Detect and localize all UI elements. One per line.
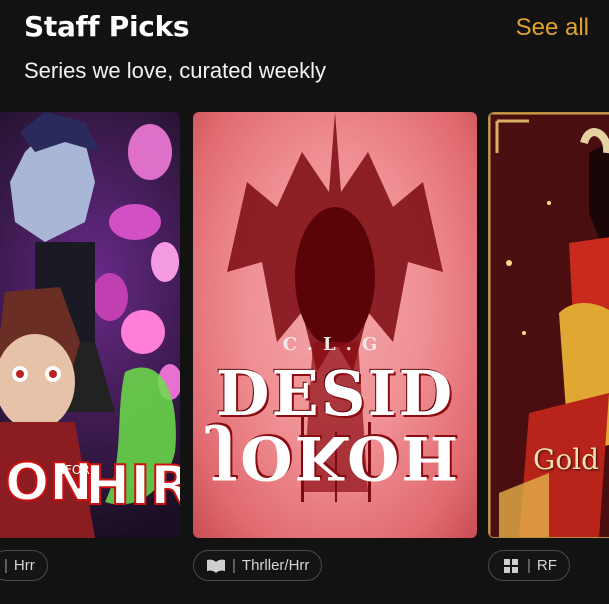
cover-artwork: ON HIRE FOR [0,112,180,538]
section-title: Staff Picks [24,10,190,43]
series-cover[interactable]: C.L.G DESID JOKOH [193,112,477,538]
genre-label: Thrller/Hrr [241,557,310,574]
genre-label: RF [536,557,557,574]
section-subtitle: Series we love, curated weekly [24,58,327,83]
series-carousel[interactable]: ON HIRE FOR | Hrr [0,112,609,582]
svg-text:HIRE: HIRE [85,454,180,517]
svg-text:FOR: FOR [65,463,90,477]
grid-icon [504,558,518,573]
genre-chip: | Thrller/Hrr [193,550,323,581]
see-all-link[interactable]: See all [516,14,589,42]
staff-picks-section: Staff Picks See all Series we love, cura… [0,0,609,604]
cover-title: Gold a [533,443,609,476]
cover-author: C.L.G [282,334,388,355]
series-card[interactable]: C.L.G DESID JOKOH | Thrller/Hrr [193,112,477,581]
cover-title-bottom: JOKOH [209,422,461,492]
genre-label: Hrr [13,557,35,574]
section-header: Staff Picks See all [24,8,589,48]
series-cover[interactable]: ON HIRE FOR [0,112,180,538]
series-card[interactable]: Gold a | RF [488,112,609,581]
genre-chip: | RF [488,550,570,581]
genre-chip: | Hrr [0,550,48,581]
cover-title-top: DESID [215,357,455,430]
series-card[interactable]: ON HIRE FOR | Hrr [0,112,180,581]
series-cover[interactable]: Gold a [488,112,609,538]
cover-title-text: ON [5,453,93,513]
book-open-icon [207,559,225,573]
